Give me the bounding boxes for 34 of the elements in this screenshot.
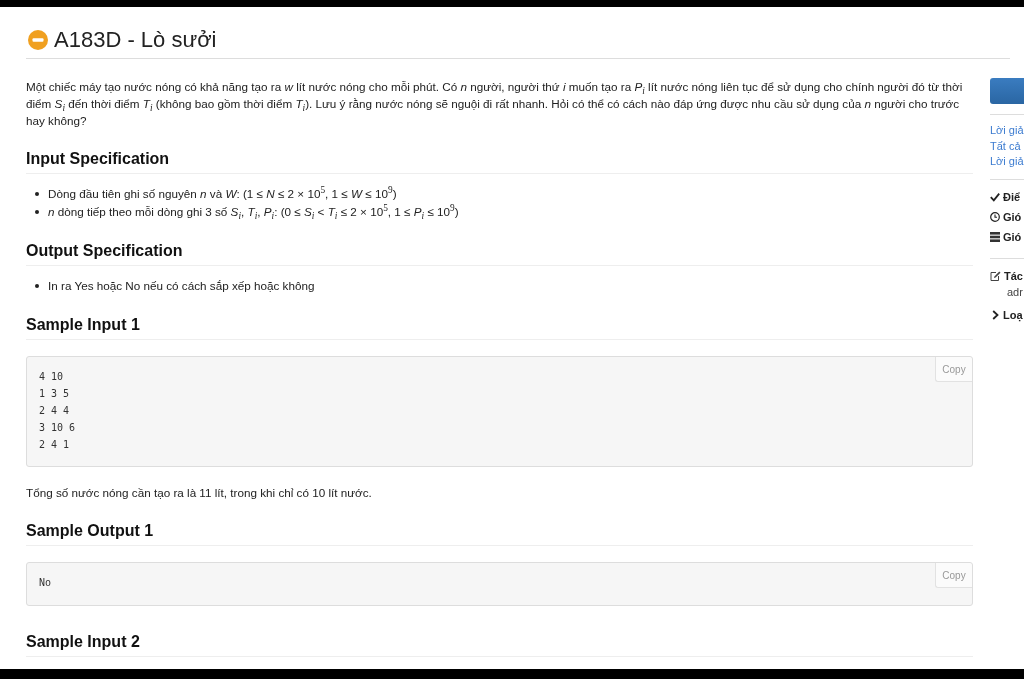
author-name: adr <box>1006 284 1024 300</box>
problem-statement: Một chiếc máy tạo nước nóng có khả năng tạo ra w lít nước nóng cho mỗi phút. Có n người, người thứ i muốn tạo ra P$_{i}$ lít nước nóng liên tục để sử dụng cho chính người đó từ thời điểm S$_{i}$ đến thời điểm T$_{i}$ (không bao gồm thời điểm T$_{i}$). Lưu ý rằng nước nóng sẽ nguội đi rất nhanh. Hỏi có thể có cách nào đáp ứng được nhu cầu sử dụng của n người cho trước hay không? <box>26 79 964 129</box>
clock-icon <box>990 211 1000 222</box>
problem-title: A183D - Lò sưởi <box>54 26 217 54</box>
sidebar-action-button[interactable] <box>990 78 1024 104</box>
types-toggle[interactable]: Loạ <box>990 308 1024 321</box>
list-item-text: Dòng đầu tiên ghi số nguyên n và W: (1 ≤ N ≤ 2 × 10$^{5}$, 1 ≤ W ≤ 10$^{9}$) <box>48 185 397 202</box>
sample-code: 4 10 1 3 5 2 4 4 3 10 6 2 4 1 <box>39 370 76 452</box>
minus-circle-icon <box>28 30 48 50</box>
stacked-bars-icon <box>990 231 1000 242</box>
edit-icon <box>990 271 1001 281</box>
info-label: Gió <box>1003 210 1022 223</box>
sample-note: Tổng số nước nóng cần tạo ra là 11 lít, trong khi chỉ có 10 lít nước. <box>26 485 373 501</box>
list-item-text: In ra Yes hoặc No nếu có cách sắp xếp hoặc không <box>48 278 315 294</box>
section-heading: Sample Input 1 <box>26 314 973 340</box>
list-item-text: n dòng tiếp theo mỗi dòng ghi 3 số S$_{i}$, T$_{i}$, P$_{i}$: (0 ≤ S$_{i}$ < T$_{i}$ ≤ 2 × 10$^{5}$, 1 ≤ P$_{i}$ ≤ 10$^{9}$) <box>48 203 459 221</box>
bullet-icon <box>35 192 39 196</box>
section-heading: Sample Input 2 <box>26 631 973 657</box>
sidebar-link[interactable]: Lời giả <box>990 154 1024 170</box>
section-heading: Input Specification <box>26 148 973 174</box>
section-heading: Sample Output 1 <box>26 520 973 546</box>
section-heading: Output Specification <box>26 240 973 266</box>
chevron-right-icon <box>992 309 999 320</box>
info-label: Điể <box>1003 190 1021 203</box>
sidebar-link[interactable]: Tất cả <box>990 138 1024 154</box>
author-label: Tác <box>1004 270 1023 282</box>
copy-button[interactable]: Copy <box>935 357 972 382</box>
bullet-icon <box>35 210 39 214</box>
sidebar-link[interactable]: Lời giả <box>990 123 1024 139</box>
bullet-icon <box>35 284 39 288</box>
copy-button[interactable]: Copy <box>935 563 972 588</box>
check-icon <box>990 191 1000 202</box>
info-label: Gió <box>1003 230 1022 243</box>
sample-code: No <box>39 576 52 590</box>
